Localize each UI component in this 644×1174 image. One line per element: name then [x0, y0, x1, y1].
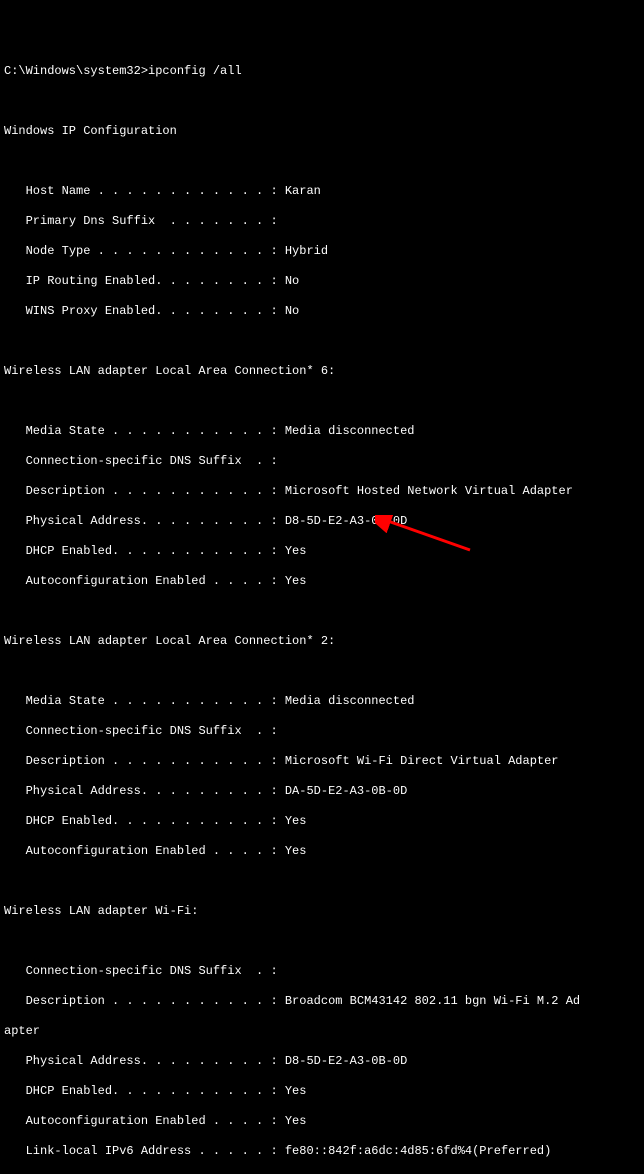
adapter3-heading: Wireless LAN adapter Wi-Fi:	[4, 904, 640, 919]
command-text: ipconfig /all	[148, 64, 242, 78]
adapter3-description: Description . . . . . . . . . . . : Broa…	[4, 994, 640, 1009]
adapter2-autoconf: Autoconfiguration Enabled . . . . : Yes	[4, 844, 640, 859]
adapter2-physical: Physical Address. . . . . . . . . : DA-5…	[4, 784, 640, 799]
node-type-row: Node Type . . . . . . . . . . . . : Hybr…	[4, 244, 640, 259]
adapter3-link-local: Link-local IPv6 Address . . . . . : fe80…	[4, 1144, 640, 1159]
adapter3-description-wrap: apter	[4, 1024, 640, 1039]
adapter2-description: Description . . . . . . . . . . . : Micr…	[4, 754, 640, 769]
adapter1-description: Description . . . . . . . . . . . : Micr…	[4, 484, 640, 499]
adapter1-heading: Wireless LAN adapter Local Area Connecti…	[4, 364, 640, 379]
wins-proxy-row: WINS Proxy Enabled. . . . . . . . : No	[4, 304, 640, 319]
adapter2-conn-suffix: Connection-specific DNS Suffix . :	[4, 724, 640, 739]
adapter1-dhcp: DHCP Enabled. . . . . . . . . . . : Yes	[4, 544, 640, 559]
adapter2-dhcp: DHCP Enabled. . . . . . . . . . . : Yes	[4, 814, 640, 829]
prompt: C:\Windows\system32>	[4, 64, 148, 78]
heading-ip-config: Windows IP Configuration	[4, 124, 640, 139]
adapter1-media-state: Media State . . . . . . . . . . . : Medi…	[4, 424, 640, 439]
adapter3-dhcp: DHCP Enabled. . . . . . . . . . . : Yes	[4, 1084, 640, 1099]
adapter1-physical: Physical Address. . . . . . . . . : D8-5…	[4, 514, 640, 529]
ip-routing-row: IP Routing Enabled. . . . . . . . : No	[4, 274, 640, 289]
command-line: C:\Windows\system32>ipconfig /all	[4, 64, 640, 79]
adapter2-heading: Wireless LAN adapter Local Area Connecti…	[4, 634, 640, 649]
adapter1-conn-suffix: Connection-specific DNS Suffix . :	[4, 454, 640, 469]
host-name-row: Host Name . . . . . . . . . . . . : Kara…	[4, 184, 640, 199]
adapter3-conn-suffix: Connection-specific DNS Suffix . :	[4, 964, 640, 979]
primary-dns-row: Primary Dns Suffix . . . . . . . :	[4, 214, 640, 229]
adapter3-physical: Physical Address. . . . . . . . . : D8-5…	[4, 1054, 640, 1069]
adapter2-media-state: Media State . . . . . . . . . . . : Medi…	[4, 694, 640, 709]
adapter3-autoconf: Autoconfiguration Enabled . . . . : Yes	[4, 1114, 640, 1129]
